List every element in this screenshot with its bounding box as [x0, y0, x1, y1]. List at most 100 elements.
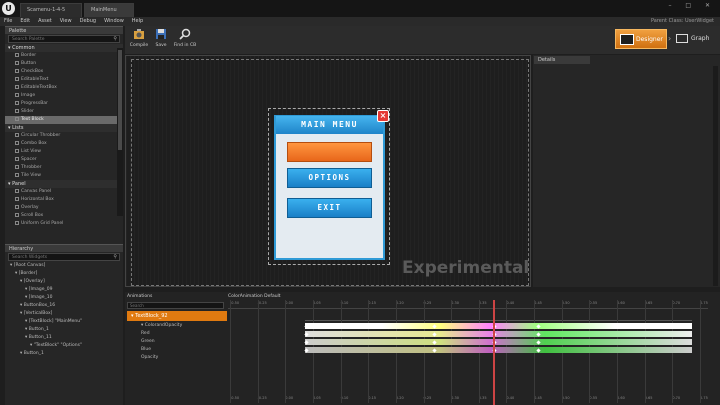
menu-view[interactable]: View — [56, 17, 76, 25]
timeline-ruler[interactable]: -0.50 -0.25 0.00 0.05 0.10 0.15 0.20 0.25 0.30 0.… — [228, 300, 708, 309]
menu-file[interactable]: File — [0, 17, 16, 25]
widget-icon — [15, 100, 19, 105]
palette-tab[interactable]: Palette — [5, 26, 123, 34]
hierarchy-tab[interactable]: Hierarchy — [5, 244, 123, 252]
hierarchy-row-label: [Image_09 — [28, 287, 53, 292]
document-tab-mainmenu[interactable]: MainMenu — [84, 3, 134, 17]
palette-item[interactable]: Circular Throbber — [5, 132, 123, 140]
palette-item[interactable]: Button — [5, 60, 123, 68]
palette-item[interactable]: List View — [5, 148, 123, 156]
window-controls[interactable]: – □ ✕ — [668, 2, 716, 9]
track-red[interactable]: Red — [127, 330, 227, 338]
details-scrollbar[interactable] — [713, 66, 718, 286]
hierarchy-row[interactable]: ▾ [TextBlock] "MainMenu" — [5, 318, 123, 326]
palette-search-input[interactable]: Search Palette ⚲ — [8, 35, 120, 43]
save-label: Save — [155, 43, 167, 48]
unreal-logo-icon: U — [2, 2, 15, 15]
designer-mode-button[interactable]: Designer — [615, 29, 667, 49]
palette-item[interactable]: EditableText — [5, 76, 123, 84]
hierarchy-row[interactable]: ▾ "TextBlock" "Options" — [5, 342, 123, 350]
document-tab-scene[interactable]: Scamenu-1-4-5 — [20, 3, 82, 17]
palette-item[interactable]: Canvas Panel — [5, 188, 123, 196]
palette-item[interactable]: Overlay — [5, 204, 123, 212]
document-tab-label: MainMenu — [91, 7, 117, 13]
graph-icon — [676, 34, 688, 43]
hierarchy-row[interactable]: ▾ [VerticalBox] — [5, 310, 123, 318]
find-in-cb-button[interactable]: Find in CB — [172, 28, 198, 52]
track-opacity[interactable]: Opacity — [127, 354, 227, 362]
palette-category-label: Panel — [12, 181, 26, 187]
menu-edit[interactable]: Edit — [16, 17, 34, 25]
palette-item[interactable]: Scroll Box — [5, 212, 123, 220]
timeline-playhead[interactable] — [493, 300, 495, 405]
scrollbar-thumb[interactable] — [118, 50, 122, 150]
palette-item[interactable]: Tile View — [5, 172, 123, 180]
palette-item[interactable]: Uniform Grid Panel — [5, 220, 123, 228]
graph-mode-button[interactable]: Graph — [673, 29, 717, 49]
menu-button-play[interactable] — [287, 142, 372, 162]
track-label: ColorandOpacity — [144, 323, 183, 328]
palette-item[interactable]: CheckBox — [5, 68, 123, 76]
section-track-row — [305, 311, 692, 321]
palette-item[interactable]: Image — [5, 92, 123, 100]
palette-item-label: Combo Box — [21, 141, 47, 146]
animation-search-input[interactable]: Search — [127, 302, 224, 309]
ruler-tick-label: 0.65 — [644, 301, 653, 305]
palette-item[interactable]: Combo Box — [5, 140, 123, 148]
hierarchy-row-label: ButtonBox_16 — [23, 303, 56, 308]
hierarchy-row[interactable]: ▾ ButtonBox_16 — [5, 302, 123, 310]
compile-button[interactable]: Compile — [128, 28, 150, 52]
palette-item-label: Text Block — [21, 117, 44, 122]
palette-item[interactable]: EditableTextBox — [5, 84, 123, 92]
menu-window[interactable]: Window — [100, 17, 128, 25]
palette-item[interactable]: Spacer — [5, 156, 123, 164]
menu-help[interactable]: Help — [128, 17, 147, 25]
track-textblock[interactable]: ▾ TextBlock_92 — [127, 311, 227, 321]
hierarchy-row[interactable]: ▾ [Image_09 — [5, 286, 123, 294]
track-color-opacity[interactable]: ▾ ColorandOpacity — [127, 322, 227, 330]
palette-category[interactable]: ▾ Panel — [5, 180, 123, 188]
palette-item-label: Button — [21, 61, 37, 66]
palette-item[interactable]: ProgressBar — [5, 100, 123, 108]
ruler-tick-label: 0.10 — [340, 396, 349, 400]
save-button[interactable]: Save — [150, 28, 172, 52]
palette-category[interactable]: ▾ Common — [5, 44, 123, 52]
palette-item[interactable]: Slider — [5, 108, 123, 116]
track-blue[interactable]: Blue — [127, 346, 227, 354]
details-tab[interactable]: Details — [534, 56, 590, 64]
menu-button-options[interactable]: OPTIONS — [287, 168, 372, 188]
close-icon[interactable]: × — [377, 110, 389, 122]
ruler-tick-label: 0.40 — [506, 396, 515, 400]
palette-category[interactable]: ▾ Lists — [5, 124, 123, 132]
menu-debug[interactable]: Debug — [76, 17, 100, 25]
document-tab-label: Scamenu-1-4-5 — [27, 7, 66, 13]
ruler-tick-label: 0.20 — [395, 301, 404, 305]
hierarchy-row[interactable]: ▾ [Root Canvas] — [5, 262, 123, 270]
palette-item-label: EditableTextBox — [21, 85, 57, 90]
menu-asset[interactable]: Asset — [34, 17, 56, 25]
timeline-ruler-bottom[interactable]: -0.50 -0.25 0.00 0.05 0.10 0.15 0.20 0.25 0.30 0.… — [228, 395, 708, 404]
hierarchy-row[interactable]: ▾ [Overlay] — [5, 278, 123, 286]
ruler-tick-label: 0.70 — [672, 396, 681, 400]
parent-class-label: Parent Class: UserWidget — [650, 18, 714, 24]
palette-item[interactable]: Horizontal Box — [5, 196, 123, 204]
ruler-tick-label: 0.20 — [395, 396, 404, 400]
palette-item[interactable]: Border — [5, 52, 123, 60]
hierarchy-row[interactable]: ▾ Button_1 — [5, 326, 123, 334]
hierarchy-search-input[interactable]: Search Widgets ⚲ — [8, 253, 120, 261]
hierarchy-row[interactable]: ▾ Button_11 — [5, 334, 123, 342]
menu-button-exit[interactable]: EXIT — [287, 198, 372, 218]
designer-icon — [620, 34, 634, 45]
hierarchy-row[interactable]: ▾ [Border] — [5, 270, 123, 278]
hierarchy-row[interactable]: ▾ [Image_10 — [5, 294, 123, 302]
hierarchy-row-label: [Root Canvas] — [13, 263, 46, 268]
designer-label: Designer — [636, 36, 663, 43]
keyframe-lane-blue — [305, 347, 692, 353]
track-green[interactable]: Green — [127, 338, 227, 346]
palette-item[interactable]: Throbber — [5, 164, 123, 172]
palette-item[interactable]: Text Block — [5, 116, 123, 124]
hierarchy-row[interactable]: ▾ Button_1 — [5, 350, 123, 358]
palette-scrollbar[interactable] — [117, 48, 123, 216]
track-label: TextBlock_92 — [135, 313, 168, 319]
ruler-tick-label: -0.25 — [257, 301, 267, 305]
